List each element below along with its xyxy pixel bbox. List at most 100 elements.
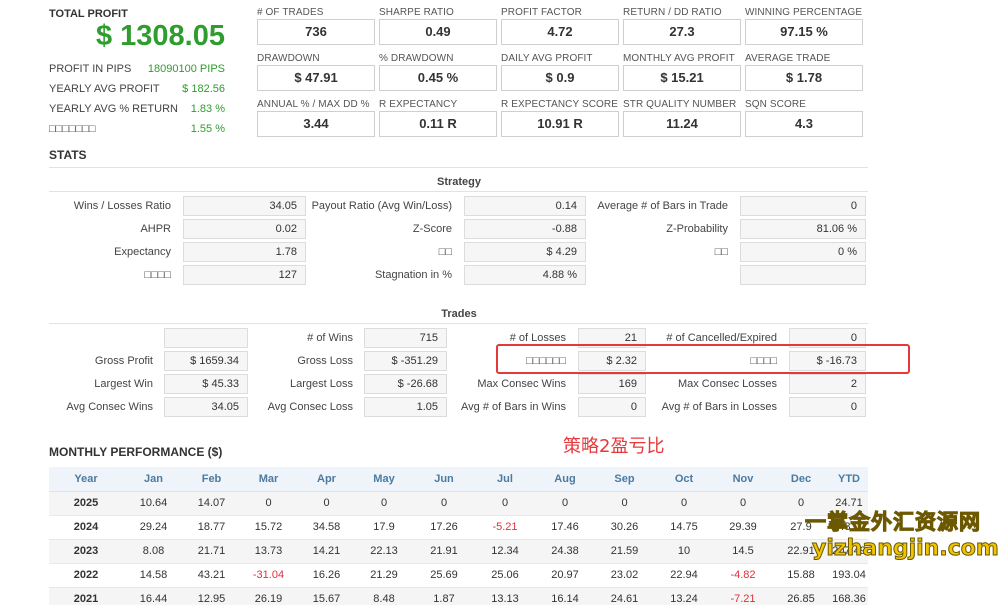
trades-value: 2	[789, 374, 866, 394]
metric-value: 11.24	[623, 111, 741, 137]
strategy-value: 1.78	[183, 242, 306, 262]
total-profit-value: $ 1308.05	[95, 20, 225, 52]
strategy-label: Stagnation in %	[374, 269, 452, 281]
month-value-cell: 14.07	[184, 491, 239, 516]
metric-str-quality-number: STR QUALITY NUMBER 11.24	[623, 99, 741, 137]
header-may: May	[355, 467, 413, 492]
metric-return-dd-ratio: RETURN / DD RATIO 27.3	[623, 7, 741, 45]
month-value-cell: 29.24	[123, 515, 184, 540]
month-value-cell: 24.61	[595, 587, 654, 605]
metric-number-of-trades: # OF TRADES 736	[257, 7, 375, 45]
metric-label: AVERAGE TRADE	[745, 53, 831, 64]
metric-value: $ 15.21	[623, 65, 741, 91]
month-value-cell: 25.06	[475, 563, 535, 588]
metric-value: $ 47.91	[257, 65, 375, 91]
metric-value: 97.15 %	[745, 19, 863, 45]
trades-label: Avg Consec Wins	[66, 401, 153, 413]
trades-label: Largest Loss	[290, 378, 353, 390]
month-value-cell: 16.26	[298, 563, 355, 588]
strategy-value	[740, 265, 866, 285]
metric-label: R EXPECTANCY SCORE	[501, 99, 619, 110]
year-cell: 2023	[49, 539, 123, 564]
monthly-title: MONTHLY PERFORMANCE ($)	[49, 445, 223, 459]
trades-label: Gross Loss	[297, 355, 353, 367]
summary-label: □□□□□□□	[49, 123, 96, 135]
month-value-cell: 17.9	[355, 515, 413, 540]
month-value-cell: 26.19	[239, 587, 298, 605]
metric-label: R EXPECTANCY	[379, 99, 458, 110]
header-jun: Jun	[413, 467, 475, 492]
month-value-cell: 17.26	[413, 515, 475, 540]
metric-value: $ 0.9	[501, 65, 619, 91]
trades-value: 0	[789, 397, 866, 417]
month-value-cell: 14.21	[298, 539, 355, 564]
summary-value: 18090100 PIPS	[147, 63, 225, 75]
metric-label: SQN SCORE	[745, 99, 806, 110]
table-row: 2023 8.08 21.71 13.73 14.21 22.13 21.91 12.34 24…	[49, 539, 868, 564]
month-value-cell: 0	[413, 491, 475, 516]
table-row: 2024 29.24 18.77 15.72 34.58 17.9 17.26 -5.21 17…	[49, 515, 868, 540]
trades-value: $ -26.68	[364, 374, 447, 394]
metric-value: 736	[257, 19, 375, 45]
summary-row-yearly-avg-return: YEARLY AVG % RETURN 1.83 %	[49, 103, 225, 119]
metric-value: 0.11 R	[379, 111, 497, 137]
metric-monthly-avg-profit: MONTHLY AVG PROFIT $ 15.21	[623, 53, 741, 91]
month-value-cell: 43.21	[184, 563, 239, 588]
strategy-divider	[49, 191, 868, 192]
metric-label: STR QUALITY NUMBER	[623, 99, 737, 110]
month-value-cell: 12.34	[475, 539, 535, 564]
table-row: 2025 10.64 14.07 0 0 0 0 0 0 0 0 0 0 24.71	[49, 491, 868, 516]
trades-value	[164, 328, 248, 348]
month-value-cell: 10.64	[123, 491, 184, 516]
metric-value: 0.49	[379, 19, 497, 45]
month-value-cell: 15.67	[298, 587, 355, 605]
table-row: 2022 14.58 43.21 -31.04 16.26 21.29 25.69 25.06…	[49, 563, 868, 588]
year-cell: 2024	[49, 515, 123, 540]
month-value-cell: 12.95	[184, 587, 239, 605]
month-value-cell: 1.87	[413, 587, 475, 605]
strategy-value: $ 4.29	[464, 242, 586, 262]
header-jan: Jan	[123, 467, 184, 492]
month-value-cell: 34.58	[298, 515, 355, 540]
header-apr: Apr	[298, 467, 355, 492]
trades-label: # of Wins	[307, 332, 353, 344]
month-value-cell: 16.44	[123, 587, 184, 605]
trades-value: 0	[578, 397, 646, 417]
header-jul: Jul	[475, 467, 535, 492]
header-oct: Oct	[654, 467, 714, 492]
stats-divider	[49, 167, 868, 168]
metric-percent-drawdown: % DRAWDOWN 0.45 %	[379, 53, 497, 91]
month-value-cell: 13.24	[654, 587, 714, 605]
strategy-value: 0 %	[740, 242, 866, 262]
metric-label: MONTHLY AVG PROFIT	[623, 53, 735, 64]
month-value-cell: 20.97	[535, 563, 595, 588]
metric-r-expectancy-score: R EXPECTANCY SCORE 10.91 R	[501, 99, 619, 137]
month-value-cell: 22.94	[654, 563, 714, 588]
month-value-cell: 13.73	[239, 539, 298, 564]
strategy-value: 34.05	[183, 196, 306, 216]
month-value-cell: 8.48	[355, 587, 413, 605]
month-value-cell: 17.46	[535, 515, 595, 540]
month-value-cell: -5.21	[475, 515, 535, 540]
header-sep: Sep	[595, 467, 654, 492]
summary-label: PROFIT IN PIPS	[49, 63, 132, 75]
month-value-cell: 193.04	[830, 563, 868, 588]
month-value-cell: 0	[475, 491, 535, 516]
month-value-cell: 21.91	[413, 539, 475, 564]
year-cell: 2021	[49, 587, 123, 605]
month-value-cell: 0	[535, 491, 595, 516]
year-cell: 2025	[49, 491, 123, 516]
month-value-cell: 16.14	[535, 587, 595, 605]
summary-row-yearly-avg-profit: YEARLY AVG PROFIT $ 182.56	[49, 83, 225, 99]
metric-profit-factor: PROFIT FACTOR 4.72	[501, 7, 619, 45]
month-value-cell: 21.29	[355, 563, 413, 588]
metric-value: 4.3	[745, 111, 863, 137]
month-value-cell: -7.21	[714, 587, 772, 605]
trades-value: 715	[364, 328, 447, 348]
month-value-cell: 22.13	[355, 539, 413, 564]
strategy-label: □□□□	[144, 269, 171, 281]
month-value-cell: 0	[239, 491, 298, 516]
strategy-label: Average # of Bars in Trade	[597, 200, 728, 212]
trades-label: Avg # of Bars in Losses	[661, 401, 777, 413]
strategy-label: Z-Probability	[666, 223, 728, 235]
